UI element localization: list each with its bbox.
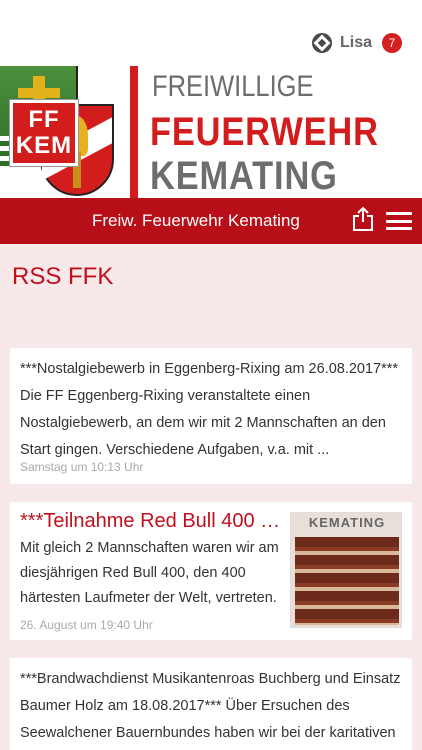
thumbnail-caption: KEMATING [308,515,386,530]
feed-item[interactable]: ***Teilnahme Red Bull 400 a... Mit gleic… [10,502,412,640]
top-bar: Lisa 7 [0,0,422,66]
ffkem-logo[interactable]: FF KEM [10,100,78,166]
hamburger-menu-icon[interactable] [386,212,412,230]
share-icon[interactable] [352,206,374,232]
header-divider [130,66,138,198]
logo-line1: FF [28,106,60,133]
page-title: RSS FFK [12,263,114,290]
user-name[interactable]: Lisa [340,34,372,52]
feed-item[interactable]: ***Brandwachdienst Musikantenroas Buchbe… [10,658,412,750]
logo-line2: KEM [15,132,73,159]
header-title-line2: FEUERWEHR [150,110,379,154]
header-title-line3: KEMATING [150,154,338,198]
feed-item-time: 26. August um 19:40 Uhr [20,618,153,632]
nav-bar: Freiw. Feuerwehr Kemating [0,198,422,244]
feed-item-time: Samstag um 10:13 Uhr [20,460,144,474]
feed-item-text: Mit gleich 2 Mannschaften waren wir am d… [20,540,279,606]
nav-title: Freiw. Feuerwehr Kemating [92,211,300,230]
feed-item[interactable]: ***Nostalgiebewerb in Eggenberg-Rixing a… [10,348,412,484]
notification-badge[interactable]: 7 [382,33,402,53]
header-title-line1: FREIWILLIGE [152,70,314,103]
user-area[interactable]: Lisa 7 [311,33,402,53]
feed-item-text: ***Brandwachdienst Musikantenroas Buchbe… [20,671,401,741]
feed-item-text: ***Nostalgiebewerb in Eggenberg-Rixing a… [20,361,399,458]
user-logo-icon [311,33,332,53]
feed-item-title[interactable]: ***Teilnahme Red Bull 400 a... [20,510,284,533]
group-photo [295,537,399,625]
feed-item-thumbnail[interactable]: KEMATING [290,512,402,628]
